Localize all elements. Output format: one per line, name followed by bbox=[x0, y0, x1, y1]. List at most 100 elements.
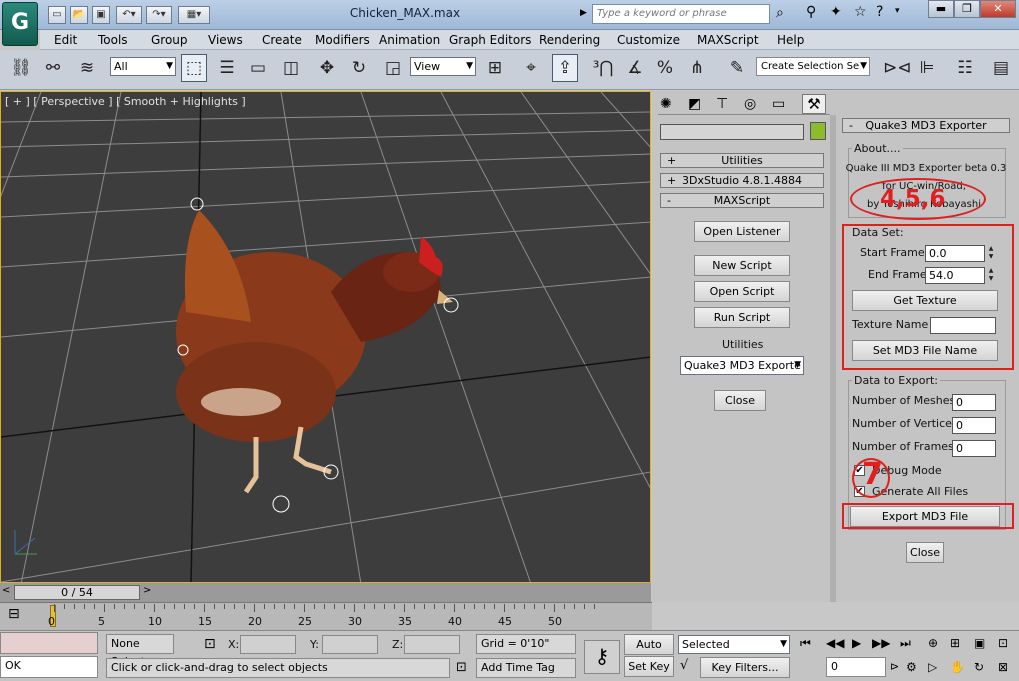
object-color-swatch[interactable] bbox=[810, 122, 826, 140]
selection-filter-dropdown[interactable]: All ▼ bbox=[110, 57, 176, 76]
layer-manager-icon[interactable]: ☷ bbox=[952, 54, 978, 82]
selection-lock-icon[interactable]: ⊡ bbox=[204, 636, 216, 652]
z-coordinate-input[interactable] bbox=[404, 635, 460, 654]
undo-icon[interactable]: ↶▾ bbox=[116, 6, 142, 24]
y-coordinate-input[interactable] bbox=[322, 635, 378, 654]
set-key-button[interactable]: Set Key bbox=[624, 656, 674, 677]
spinner-snap-icon[interactable]: ⋔ bbox=[684, 54, 710, 82]
unlink-icon[interactable]: ⚯ bbox=[40, 54, 66, 82]
save-icon[interactable]: ▣ bbox=[92, 6, 110, 24]
object-name-field[interactable] bbox=[660, 124, 804, 140]
open-script-button[interactable]: Open Script bbox=[694, 281, 790, 302]
maxscript-listener-mini[interactable] bbox=[0, 632, 98, 654]
menu-help[interactable]: Help bbox=[777, 33, 804, 47]
bind-space-warp-icon[interactable]: ≋ bbox=[74, 54, 100, 82]
graphite-tools-icon[interactable]: ▤ bbox=[988, 54, 1014, 82]
menu-animation[interactable]: Animation bbox=[379, 33, 440, 47]
maxscript-close-button[interactable]: Close bbox=[714, 390, 766, 411]
rectangular-selection-icon[interactable]: ▭ bbox=[245, 54, 271, 82]
help-icon[interactable]: ? bbox=[876, 4, 883, 20]
key-mode-toggle-icon[interactable]: ⊳ bbox=[890, 660, 899, 673]
zoom-icon[interactable]: ⊕ bbox=[928, 636, 938, 650]
close-window-button[interactable]: ✕ bbox=[980, 0, 1016, 18]
snaps-toggle-icon[interactable]: ³⋂ bbox=[590, 54, 616, 82]
x-coordinate-input[interactable] bbox=[240, 635, 296, 654]
help-dropdown-icon[interactable]: ▾ bbox=[895, 6, 900, 16]
favorites-star-icon[interactable]: ☆ bbox=[854, 4, 867, 20]
communication-center-icon[interactable]: ✦ bbox=[830, 4, 842, 20]
application-button[interactable]: G bbox=[2, 2, 38, 46]
exporter-close-button[interactable]: Close bbox=[906, 542, 944, 563]
zoom-extents-all-icon[interactable]: ⊡ bbox=[998, 636, 1008, 650]
play-icon[interactable]: ▶ bbox=[852, 636, 861, 650]
project-folder-icon[interactable]: ▦▾ bbox=[178, 6, 210, 24]
go-to-start-icon[interactable]: ⏮ bbox=[800, 636, 811, 651]
minimize-button[interactable]: ▬ bbox=[928, 0, 954, 18]
key-icon[interactable]: ⚲ bbox=[806, 4, 816, 20]
get-texture-button[interactable]: Get Texture bbox=[852, 290, 998, 311]
pan-view-icon[interactable]: ✋ bbox=[950, 660, 965, 674]
menu-rendering[interactable]: Rendering bbox=[539, 33, 600, 47]
utilities-tab-icon[interactable]: ⚒ bbox=[802, 94, 826, 114]
field-of-view-icon[interactable]: ▷ bbox=[928, 660, 937, 674]
viewport-label[interactable]: [ + ] [ Perspective ] [ Smooth + Highlig… bbox=[5, 95, 246, 108]
window-crossing-icon[interactable]: ◫ bbox=[278, 54, 304, 82]
texture-name-input[interactable] bbox=[930, 317, 996, 334]
named-selection-sets-dropdown[interactable]: Create Selection Se ▼ bbox=[756, 57, 870, 76]
listener-output[interactable]: OK bbox=[0, 656, 98, 678]
menu-tools[interactable]: Tools bbox=[98, 33, 128, 47]
menu-modifiers[interactable]: Modifiers bbox=[315, 33, 370, 47]
align-icon[interactable]: ⊫ bbox=[914, 54, 940, 82]
search-input[interactable]: Type a keyword or phrase bbox=[592, 4, 770, 24]
slider-prev-icon[interactable]: < bbox=[2, 585, 12, 600]
start-frame-spinner-icon[interactable]: ▲ ▼ bbox=[986, 245, 996, 262]
menu-group[interactable]: Group bbox=[151, 33, 188, 47]
menu-create[interactable]: Create bbox=[262, 33, 302, 47]
new-script-button[interactable]: New Script bbox=[694, 255, 790, 276]
orbit-icon[interactable]: ↻ bbox=[974, 660, 984, 674]
select-and-manipulate-icon[interactable]: ⌖ bbox=[518, 54, 544, 82]
panel-scrollbar[interactable] bbox=[830, 115, 836, 602]
binoculars-icon[interactable]: ⌕ bbox=[776, 5, 784, 21]
slider-next-icon[interactable]: > bbox=[143, 585, 153, 600]
open-folder-icon[interactable]: 📂 bbox=[70, 6, 88, 24]
menu-maxscript[interactable]: MAXScript bbox=[697, 33, 759, 47]
redo-icon[interactable]: ↷▾ bbox=[146, 6, 172, 24]
rollout-utilities[interactable]: + Utilities bbox=[660, 153, 824, 168]
go-to-end-icon[interactable]: ⏭ bbox=[900, 636, 911, 651]
create-tab-icon[interactable]: ✺ bbox=[660, 96, 672, 112]
next-frame-icon[interactable]: ▶▶ bbox=[872, 636, 890, 650]
run-script-button[interactable]: Run Script bbox=[694, 307, 790, 328]
current-frame-input[interactable]: 0 bbox=[826, 657, 886, 677]
expand-arrow-icon[interactable]: ▶ bbox=[580, 8, 587, 18]
end-frame-input[interactable]: 54.0 bbox=[925, 267, 985, 284]
key-mode-dropdown[interactable]: Selected ▼ bbox=[678, 635, 790, 654]
display-tab-icon[interactable]: ▭ bbox=[772, 96, 785, 112]
default-in-out-tangent-icon[interactable]: √ bbox=[680, 658, 688, 673]
perspective-viewport[interactable]: [ + ] [ Perspective ] [ Smooth + Highlig… bbox=[0, 91, 651, 583]
edit-named-selection-icon[interactable]: ✎ bbox=[724, 54, 750, 82]
open-listener-button[interactable]: Open Listener bbox=[694, 221, 790, 242]
motion-tab-icon[interactable]: ◎ bbox=[744, 96, 756, 112]
rollout-3dxstudio[interactable]: +3DxStudio 4.8.1.4884 bbox=[660, 173, 824, 188]
menu-customize[interactable]: Customize bbox=[617, 33, 680, 47]
zoom-all-icon[interactable]: ⊞ bbox=[950, 636, 960, 650]
rollout-quake3-exporter[interactable]: - Quake3 MD3 Exporter bbox=[842, 118, 1010, 133]
set-key-big-icon[interactable]: ⚷ bbox=[584, 640, 620, 674]
utilities-dropdown[interactable]: Quake3 MD3 Exporte ▼ bbox=[680, 356, 804, 375]
modify-tab-icon[interactable]: ◩ bbox=[688, 96, 701, 112]
time-configuration-icon[interactable]: ⚙ bbox=[906, 660, 917, 674]
rollout-maxscript[interactable]: - MAXScript bbox=[660, 193, 824, 208]
new-file-icon[interactable]: ▭ bbox=[48, 6, 66, 24]
select-by-name-icon[interactable]: ☰ bbox=[214, 54, 240, 82]
set-md3-file-name-button[interactable]: Set MD3 File Name bbox=[852, 340, 998, 361]
time-tag-icon[interactable]: ⊡ bbox=[456, 660, 467, 675]
key-filters-button[interactable]: Key Filters... bbox=[700, 657, 790, 678]
end-frame-spinner-icon[interactable]: ▲ ▼ bbox=[986, 267, 996, 284]
auto-key-button[interactable]: Auto Key bbox=[624, 634, 674, 670]
select-object-icon[interactable]: ⬚ bbox=[181, 54, 207, 82]
menu-edit[interactable]: Edit bbox=[54, 33, 77, 47]
select-and-rotate-icon[interactable]: ↻ bbox=[346, 54, 372, 82]
zoom-extents-icon[interactable]: ▣ bbox=[974, 636, 985, 650]
previous-frame-icon[interactable]: ◀◀ bbox=[826, 636, 844, 650]
